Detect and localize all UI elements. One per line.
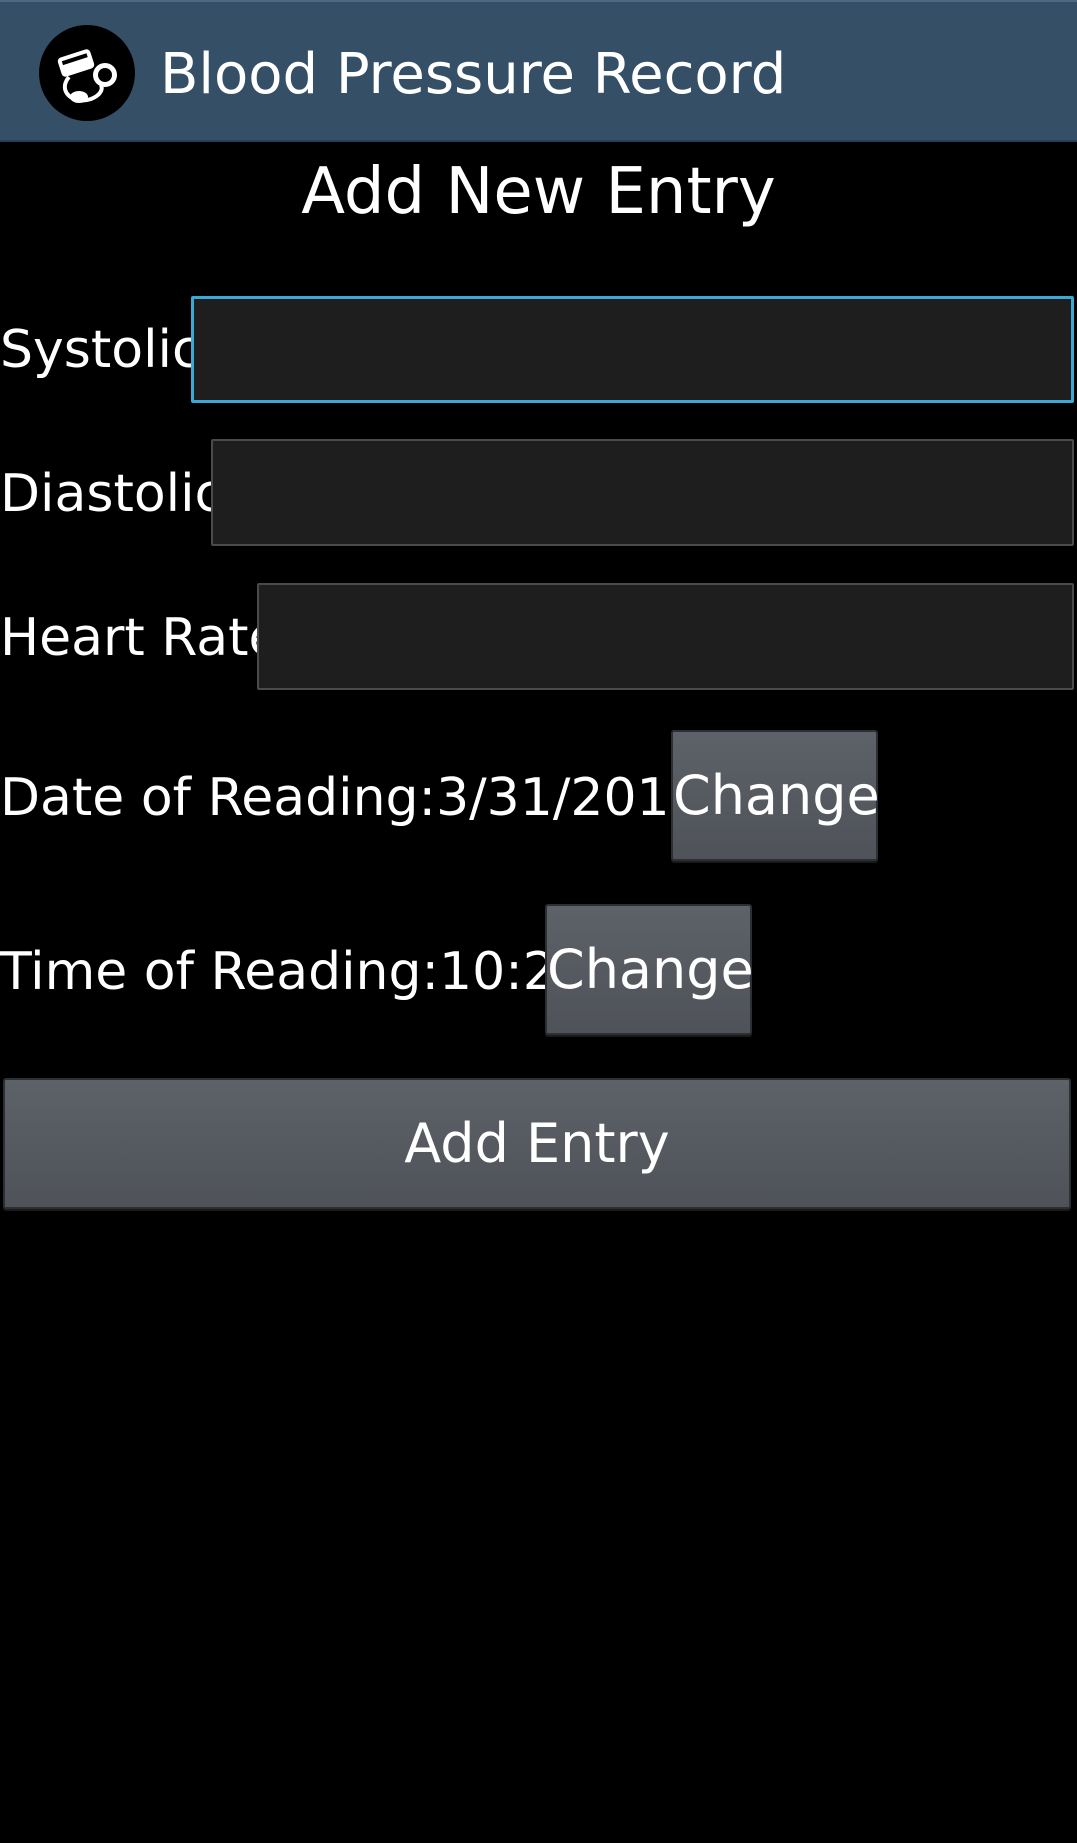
systolic-input[interactable] xyxy=(191,296,1074,403)
date-of-reading-label: Date of Reading: xyxy=(0,768,437,828)
change-time-button[interactable]: Change xyxy=(545,904,754,1035)
app-title: Blood Pressure Record xyxy=(160,42,787,107)
heart-rate-label: Heart Rate xyxy=(0,608,281,668)
heart-rate-input[interactable] xyxy=(257,583,1074,690)
date-of-reading: Date of Reading:3/31/2015 xyxy=(0,763,703,833)
change-date-button[interactable]: Change xyxy=(671,730,880,861)
action-bar: Blood Pressure Record xyxy=(0,0,1077,142)
time-of-reading-label: Time of Reading: xyxy=(0,942,440,1002)
date-of-reading-value: 3/31/2015 xyxy=(436,768,703,828)
app-screen: Blood Pressure Record Add New Entry Syst… xyxy=(0,0,1077,1843)
diastolic-input[interactable] xyxy=(211,439,1074,546)
add-entry-button[interactable]: Add Entry xyxy=(3,1078,1071,1209)
blood-pressure-cuff-icon[interactable] xyxy=(39,25,135,121)
page-title: Add New Entry xyxy=(301,155,776,229)
systolic-label: Systolic xyxy=(0,320,201,380)
diastolic-label: Diastolic xyxy=(0,464,224,524)
time-of-reading: Time of Reading:10:21 xyxy=(0,937,589,1007)
